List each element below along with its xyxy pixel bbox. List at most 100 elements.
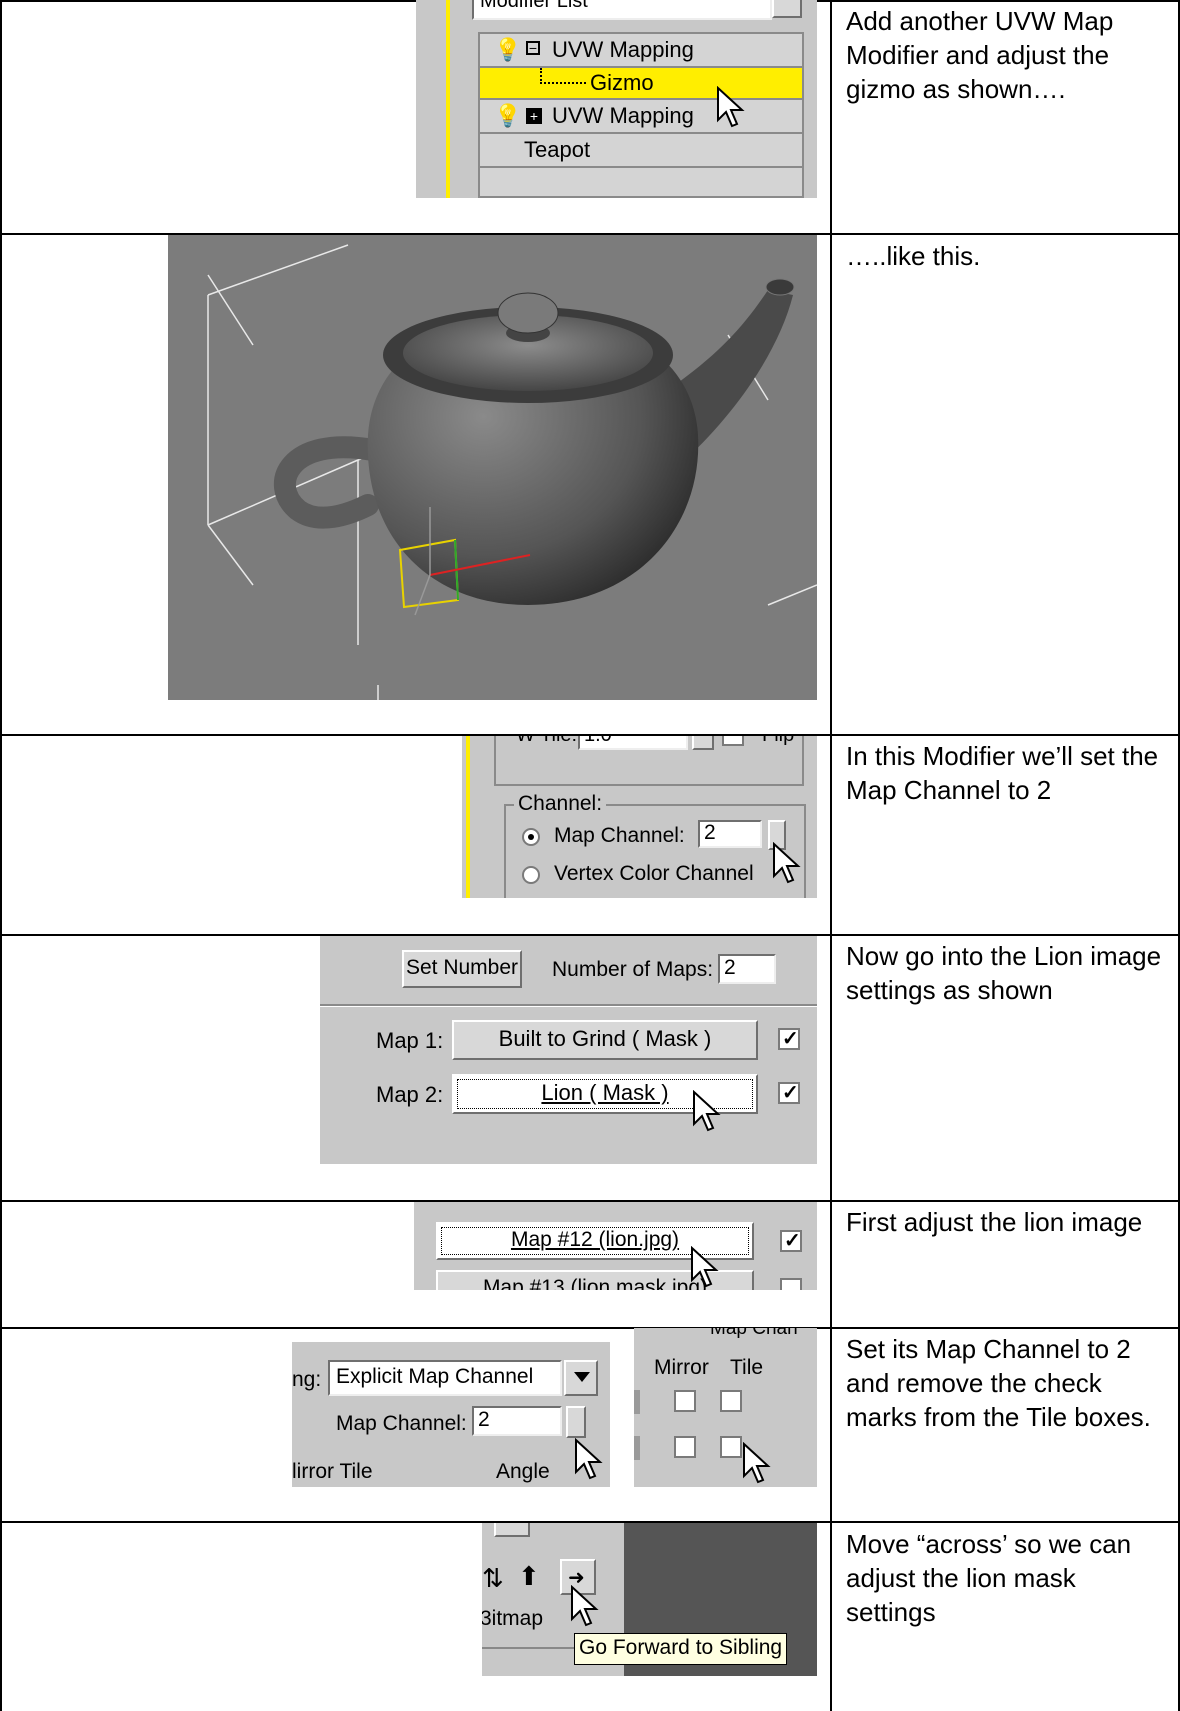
tooltip: Go Forward to Sibling <box>574 1633 788 1665</box>
stack-item-uvw-mapping[interactable]: 💡 − UVW Mapping <box>480 34 802 68</box>
teapot-viewport-screenshot <box>168 235 817 700</box>
stack-item-gizmo[interactable]: Gizmo <box>480 68 802 100</box>
chevron-down-icon <box>574 1372 590 1382</box>
map2-checkbox[interactable]: ✓ <box>778 1082 800 1104</box>
map-channel-radio[interactable] <box>522 828 540 846</box>
spinner-edge <box>634 1390 640 1414</box>
mapping-dropdown-arrow[interactable] <box>564 1360 598 1396</box>
dropdown-arrow-button[interactable] <box>772 0 802 18</box>
w-tile-field[interactable]: 1.0 <box>578 736 688 750</box>
lightbulb-icon[interactable]: 💡 <box>494 100 521 132</box>
map13-label: Map #13 (lion mask.jpg) <box>482 1276 708 1290</box>
set-number-button[interactable]: Set Number <box>402 950 522 988</box>
column-divider <box>0 0 2 1711</box>
mouse-cursor-icon <box>743 1442 771 1484</box>
lid-knob <box>497 292 559 334</box>
mouse-cursor-icon <box>691 1246 719 1288</box>
caption-row-7: Move “across’ so we can adjust the lion … <box>846 1529 1139 1627</box>
flip-checkbox[interactable] <box>722 736 744 746</box>
checkmark-icon: ✓ <box>784 1230 801 1252</box>
stack-item-uvw-mapping-2[interactable]: 💡 + UVW Mapping <box>480 100 802 134</box>
selection-bar <box>446 0 450 198</box>
mouse-cursor-icon <box>571 1585 599 1627</box>
stack-item-label: Gizmo <box>590 70 654 95</box>
map1-checkbox[interactable]: ✓ <box>778 1028 800 1050</box>
map-channel-value: 2 <box>478 1408 490 1431</box>
tooltip-text: Go Forward to Sibling <box>579 1636 783 1659</box>
channel-settings-screenshot: W Tile: 1.0 Flip Channel: Map Channel: 2… <box>462 736 817 898</box>
modifier-list-label: Modifier List <box>480 0 588 12</box>
selection-bar <box>466 736 470 898</box>
collapse-icon[interactable]: − <box>526 41 540 55</box>
checkmark-icon: ✓ <box>782 1082 799 1104</box>
gizmo-y-axis <box>414 574 431 616</box>
row-divider <box>0 1327 1180 1329</box>
mouse-cursor-icon <box>693 1090 721 1132</box>
map-channel-label: Map Channel: <box>554 824 685 847</box>
map1-button-label: Built to Grind ( Mask ) <box>498 1026 712 1051</box>
w-tile-value: 1.0 <box>584 736 612 746</box>
mouse-cursor-icon <box>575 1438 603 1480</box>
v-mirror-checkbox[interactable] <box>674 1436 696 1458</box>
divider <box>320 1004 817 1007</box>
go-to-parent-icon[interactable]: ⬆ <box>518 1561 540 1592</box>
channel-group-label: Channel: <box>514 792 607 816</box>
mouse-cursor-icon <box>773 842 801 884</box>
map1-button[interactable]: Built to Grind ( Mask ) <box>452 1020 758 1060</box>
mirror-tile-label: lirror Tile <box>292 1460 373 1483</box>
tutorial-table: Add another UVW Map Modifier and adjust … <box>0 0 1180 1711</box>
stack-item-label: UVW Mapping <box>552 103 694 128</box>
number-of-maps-value: 2 <box>724 956 736 979</box>
mirror-tile-screenshot: Map Chan Mirror Tile <box>634 1328 817 1487</box>
caption-row-3: In this Modifier we’ll set the Map Chann… <box>846 741 1166 805</box>
stack-item-teapot[interactable]: Teapot <box>480 134 802 168</box>
spout-tip <box>765 278 795 296</box>
map1-label: Map 1: <box>376 1028 444 1053</box>
set-number-label: Set Number <box>405 956 519 979</box>
number-of-maps-field[interactable]: 2 <box>718 954 776 984</box>
tile-group: W Tile: 1.0 Flip <box>494 736 804 786</box>
vertex-color-radio[interactable] <box>522 866 540 884</box>
teapot-render <box>207 244 817 700</box>
map-channel-field[interactable]: 2 <box>698 820 762 848</box>
map12-checkbox[interactable]: ✓ <box>780 1230 802 1252</box>
u-mirror-checkbox[interactable] <box>674 1390 696 1412</box>
caption-row-6: Set its Map Channel to 2 and remove the … <box>846 1334 1151 1432</box>
map-channel-field[interactable]: 2 <box>472 1406 562 1436</box>
mapping-value: Explicit Map Channel <box>336 1365 534 1388</box>
go-forward-sibling-screenshot: ⇅ ⬆ ➜ 3itmap Go Forward to Sibling <box>482 1523 817 1676</box>
map2-button-label: Lion ( Mask ) <box>541 1080 669 1105</box>
map-channel-spinner[interactable] <box>566 1406 586 1438</box>
caption-row-5: First adjust the lion image <box>846 1207 1143 1237</box>
map-channel-header: Map Chan <box>710 1328 798 1339</box>
caption-row-1: Add another UVW Map Modifier and adjust … <box>846 6 1121 104</box>
lightbulb-icon[interactable]: 💡 <box>494 34 521 66</box>
v-tile-checkbox[interactable] <box>720 1436 742 1458</box>
mapping-dropdown[interactable]: Explicit Map Channel <box>328 1360 562 1396</box>
vertex-color-label: Vertex Color Channel <box>554 862 754 885</box>
w-tile-spinner[interactable] <box>692 736 714 750</box>
map2-label: Map 2: <box>376 1082 444 1107</box>
caption-row-4: Now go into the Lion image settings as s… <box>846 941 1169 1005</box>
mapping-label: ng: <box>292 1368 322 1391</box>
teapot-handle <box>273 436 384 529</box>
explicit-map-channel-screenshot: ng: Explicit Map Channel Map Channel: 2 … <box>292 1342 610 1487</box>
modifier-stack-list: 💡 − UVW Mapping Gizmo 💡 + UVW Mapping Te… <box>478 32 804 198</box>
tree-connector <box>540 68 586 84</box>
expand-icon[interactable]: + <box>526 108 542 124</box>
map13-checkbox[interactable] <box>780 1278 802 1290</box>
checkmark-icon: ✓ <box>782 1028 799 1050</box>
stack-item-label: Teapot <box>524 137 591 162</box>
map-channel-value: 2 <box>704 821 716 844</box>
toolbar-button[interactable] <box>494 1523 530 1537</box>
caption-row-2: …..like this. <box>846 241 981 271</box>
mouse-cursor-icon <box>717 86 745 128</box>
map12-label: Map #12 (lion.jpg) <box>510 1228 680 1251</box>
mirror-label: Mirror <box>654 1356 709 1379</box>
show-end-result-icon[interactable]: ⇅ <box>482 1563 504 1594</box>
column-divider <box>830 0 832 1711</box>
modifier-list-dropdown[interactable]: Modifier List <box>472 0 772 20</box>
tile-label: Tile <box>730 1356 764 1379</box>
map-channel-label: Map Channel: <box>336 1412 467 1435</box>
u-tile-checkbox[interactable] <box>720 1390 742 1412</box>
